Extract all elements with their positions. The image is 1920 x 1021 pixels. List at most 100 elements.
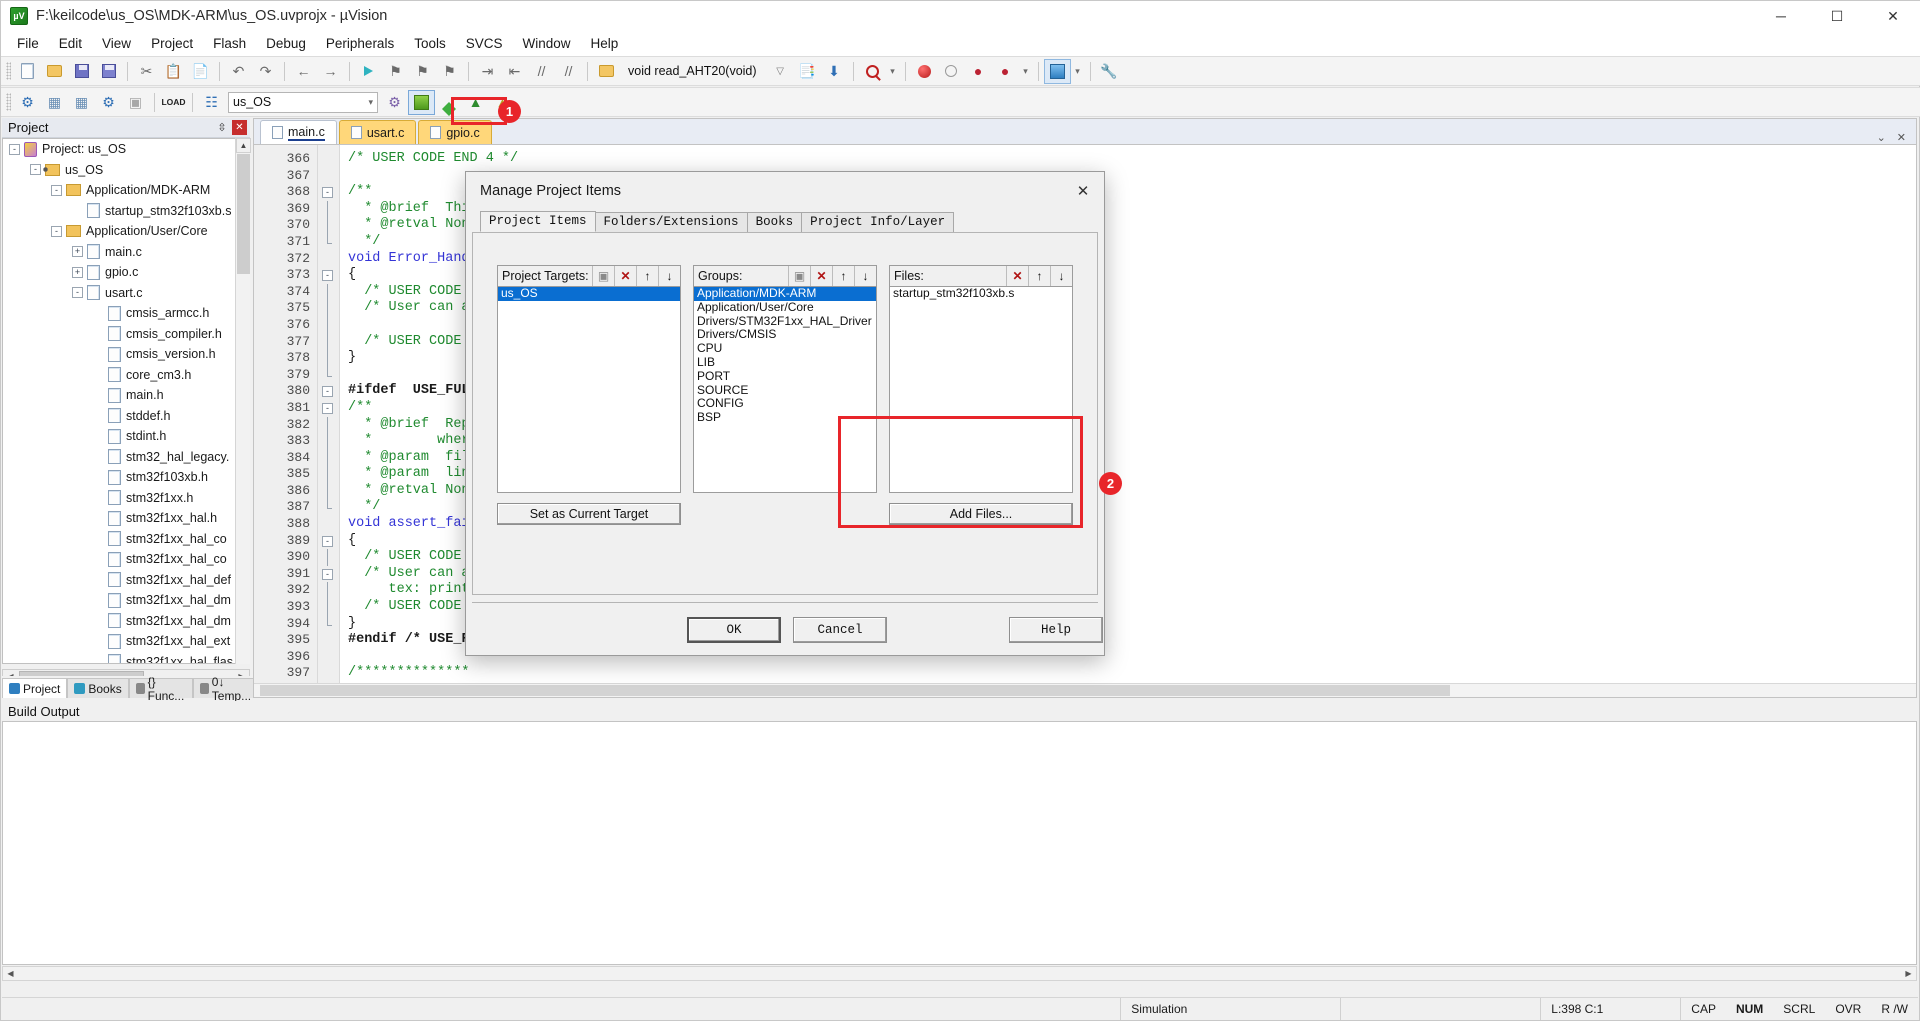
fold-cell[interactable]: - xyxy=(318,400,339,417)
fold-collapse-icon[interactable]: - xyxy=(322,386,333,398)
minimize-button[interactable]: ─ xyxy=(1753,1,1809,31)
group-item[interactable]: SOURCE xyxy=(694,383,876,398)
target-options-icon[interactable]: ⚙ xyxy=(381,90,408,115)
pin-icon[interactable]: ⇳ xyxy=(215,121,229,134)
tab-folders-extensions[interactable]: Folders/Extensions xyxy=(594,212,748,232)
tree-item[interactable]: stm32f103xb.h xyxy=(3,467,249,488)
outdent-icon[interactable]: ⇤ xyxy=(501,59,528,84)
breakpoint-icon[interactable] xyxy=(911,59,938,84)
editor-close-icon[interactable]: ✕ xyxy=(1897,131,1906,144)
fold-cell[interactable]: - xyxy=(318,533,339,550)
copy-icon[interactable]: 📋 xyxy=(160,59,187,84)
tree-item[interactable]: - Application/User/Core xyxy=(3,221,249,242)
breakpoint-group-icon[interactable]: ● xyxy=(992,59,1019,84)
new-file-icon[interactable] xyxy=(14,59,41,84)
scroll-up-arrow[interactable]: ▲ xyxy=(236,138,251,153)
tree-item[interactable]: stm32f1xx_hal.h xyxy=(3,508,249,529)
toolbar-grip[interactable] xyxy=(6,93,11,111)
editor-collapse-icon[interactable]: ⌄ xyxy=(1877,131,1886,144)
scrollbar-thumb[interactable] xyxy=(260,685,1450,696)
fold-collapse-icon[interactable]: - xyxy=(322,402,333,414)
tree-item[interactable]: - usart.c xyxy=(3,283,249,304)
tree-vertical-scrollbar[interactable]: ▲ xyxy=(235,138,251,664)
editor-tab-usart-c[interactable]: usart.c xyxy=(338,120,417,144)
find-in-files-icon[interactable] xyxy=(859,59,886,84)
collapse-icon[interactable]: - xyxy=(30,164,41,176)
help-button[interactable]: Help xyxy=(1009,617,1103,643)
new-item-icon[interactable]: ▣ xyxy=(592,266,614,286)
browse-icon[interactable]: 📑 xyxy=(794,59,821,84)
tree-item[interactable]: + main.c xyxy=(3,242,249,263)
fold-collapse-icon[interactable]: - xyxy=(322,568,333,580)
menu-window[interactable]: Window xyxy=(512,33,580,54)
menu-project[interactable]: Project xyxy=(141,33,203,54)
bookmark-clear-icon[interactable]: ⚑ xyxy=(436,59,463,84)
rebuild-icon[interactable]: ▦ xyxy=(68,90,95,115)
tree-item[interactable]: stm32f1xx_hal_co xyxy=(3,549,249,570)
chevron-down-icon[interactable]: ▽ xyxy=(767,59,794,84)
editor-tab-gpio-c[interactable]: gpio.c xyxy=(418,120,492,144)
back-icon[interactable]: ← xyxy=(290,59,317,84)
panel-tab-func[interactable]: {} Func... xyxy=(128,675,194,703)
batch-build-icon[interactable]: ⚙ xyxy=(95,90,122,115)
move-up-icon[interactable]: ↑ xyxy=(636,266,658,286)
delete-icon[interactable]: ✕ xyxy=(614,266,636,286)
move-up-icon[interactable]: ↑ xyxy=(1028,266,1050,286)
group-item[interactable]: CONFIG xyxy=(694,397,876,411)
tree-item[interactable]: main.h xyxy=(3,385,249,406)
breakpoint-kill-icon[interactable]: ● xyxy=(965,59,992,84)
tree-item[interactable]: stm32f1xx_hal_dm xyxy=(3,611,249,632)
move-down-icon[interactable]: ↓ xyxy=(658,266,680,286)
collapse-icon[interactable]: - xyxy=(51,225,62,237)
cut-icon[interactable]: ✂ xyxy=(133,59,160,84)
add-files-button[interactable]: Add Files... xyxy=(889,503,1073,525)
indent-icon[interactable]: ⇥ xyxy=(474,59,501,84)
paste-icon[interactable]: 📄 xyxy=(187,59,214,84)
tree-item[interactable]: + gpio.c xyxy=(3,262,249,283)
files-list[interactable]: startup_stm32f103xb.s xyxy=(889,287,1073,493)
project-targets-list[interactable]: us_OS xyxy=(497,287,681,493)
delete-icon[interactable]: ✕ xyxy=(810,266,832,286)
group-item[interactable]: Application/User/Core xyxy=(694,300,876,315)
menu-debug[interactable]: Debug xyxy=(256,33,316,54)
tree-item[interactable]: - Project: us_OS xyxy=(3,139,249,160)
forward-icon[interactable]: → xyxy=(317,59,344,84)
tab-project-info-layer[interactable]: Project Info/Layer xyxy=(801,212,955,232)
cancel-button[interactable]: Cancel xyxy=(793,617,887,643)
window-layout-icon[interactable] xyxy=(1043,58,1071,84)
delete-icon[interactable]: ✕ xyxy=(1006,266,1028,286)
code-line[interactable]: /* USER CODE END 4 */ xyxy=(348,151,1916,168)
insert-icon[interactable]: ⬇ xyxy=(821,59,848,84)
new-item-icon[interactable]: ▣ xyxy=(788,266,810,286)
move-up-icon[interactable]: ↑ xyxy=(832,266,854,286)
group-item[interactable]: CPU xyxy=(694,341,876,356)
group-item[interactable]: Drivers/CMSIS xyxy=(694,328,876,342)
pack-installer-icon[interactable]: ▲ xyxy=(462,90,489,115)
save-icon[interactable] xyxy=(68,59,95,84)
comment-icon[interactable]: // xyxy=(528,59,555,84)
manage-multi-project-icon[interactable] xyxy=(435,90,462,116)
chevron-down-icon[interactable]: ▾ xyxy=(1019,59,1033,84)
panel-tab-temp[interactable]: 0↓ Temp... xyxy=(193,675,261,703)
scrollbar-thumb[interactable] xyxy=(237,154,250,274)
tree-item[interactable]: stdint.h xyxy=(3,426,249,447)
select-target-icon[interactable]: ☷ xyxy=(198,90,225,115)
menu-svcs[interactable]: SVCS xyxy=(456,33,513,54)
translate-icon[interactable]: ⚙ xyxy=(14,90,41,115)
menu-peripherals[interactable]: Peripherals xyxy=(316,33,404,54)
dialog-close-button[interactable]: ✕ xyxy=(1066,176,1100,206)
group-item[interactable]: Drivers/STM32F1xx_HAL_Driver xyxy=(694,314,876,329)
build-horizontal-scrollbar[interactable]: ◀ ▶ xyxy=(2,966,1917,981)
tree-item[interactable]: cmsis_compiler.h xyxy=(3,324,249,345)
menu-file[interactable]: File xyxy=(7,33,49,54)
tree-item[interactable]: stm32f1xx.h xyxy=(3,488,249,509)
close-button[interactable]: ✕ xyxy=(1865,1,1920,31)
project-target-item[interactable]: us_OS xyxy=(498,287,680,301)
tab-books[interactable]: Books xyxy=(746,212,803,232)
chevron-down-icon[interactable]: ▾ xyxy=(1071,59,1085,84)
fold-cell[interactable]: - xyxy=(318,566,339,583)
close-icon[interactable]: ✕ xyxy=(232,120,247,135)
uncomment-icon[interactable]: // xyxy=(555,59,582,84)
target-combo[interactable]: us_OS ▾ xyxy=(228,91,378,113)
panel-tab-books[interactable]: Books xyxy=(67,678,129,698)
